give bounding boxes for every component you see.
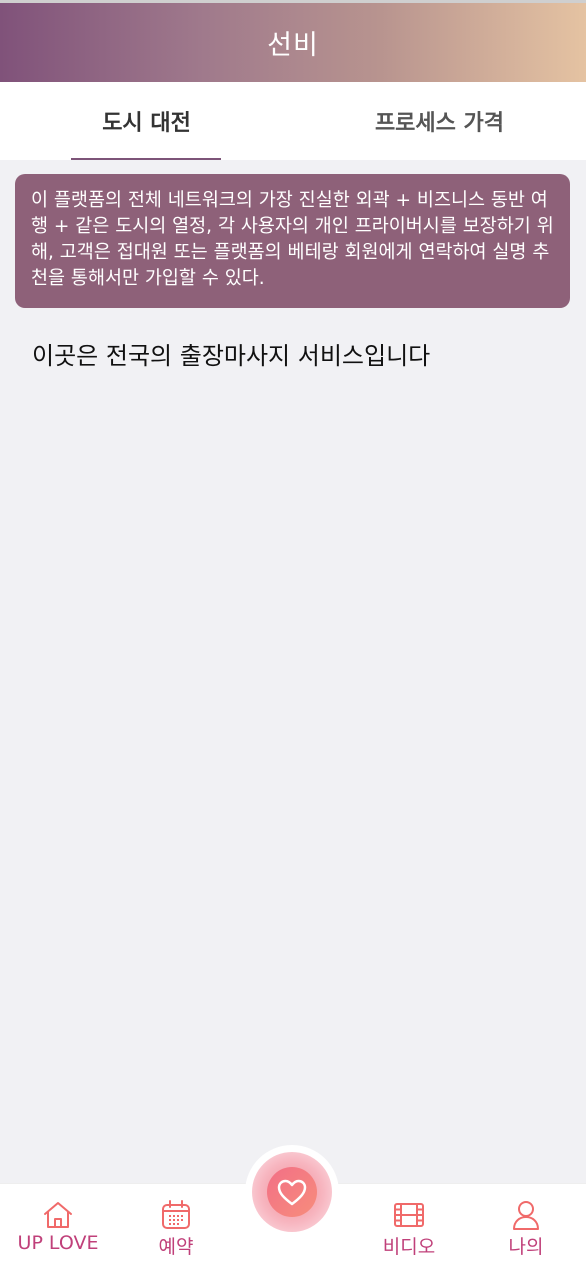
page-title: 선비 [267, 30, 319, 61]
home-icon [44, 1202, 72, 1228]
calendar-icon [162, 1200, 190, 1229]
active-tab-indicator [71, 158, 221, 160]
nav-home[interactable]: UP LOVE [10, 1198, 106, 1254]
nav-me-label: 나의 [508, 1236, 544, 1258]
nav-me[interactable]: 나의 [486, 1198, 566, 1259]
center-button-ring [245, 1145, 339, 1239]
center-heart-button[interactable] [252, 1152, 332, 1232]
film-icon [394, 1203, 424, 1227]
tab-city-match[interactable]: 도시 대전 [0, 82, 293, 160]
nav-video-label: 비디오 [382, 1236, 436, 1258]
notice-banner: 이 플랫폼의 전체 네트워크의 가장 진실한 외곽 + 비즈니스 동반 여행 +… [15, 174, 570, 308]
content-message: 이곳은 전국의 출장마사지 서비스입니다 [32, 342, 431, 370]
nav-reserve[interactable]: 예약 [136, 1198, 216, 1259]
notice-text: 이 플랫폼의 전체 네트워크의 가장 진실한 외곽 + 비즈니스 동반 여행 +… [31, 190, 554, 289]
center-button-core [267, 1167, 317, 1217]
nav-video[interactable]: 비디오 [369, 1198, 449, 1259]
heart-icon [277, 1179, 307, 1206]
nav-reserve-label: 예약 [158, 1236, 194, 1258]
tab-label: 도시 대전 [102, 111, 191, 136]
header-bar: 선비 [0, 0, 586, 82]
tab-process-price[interactable]: 프로세스 가격 [293, 82, 586, 160]
tab-bar: 도시 대전 프로세스 가격 [0, 82, 586, 160]
app-screen: 선비 도시 대전 프로세스 가격 이 플랫폼의 전체 네트워크의 가장 진실한 … [0, 0, 586, 1272]
tab-label: 프로세스 가격 [374, 111, 505, 136]
nav-home-label: UP LOVE [17, 1232, 99, 1254]
user-icon [513, 1201, 539, 1230]
